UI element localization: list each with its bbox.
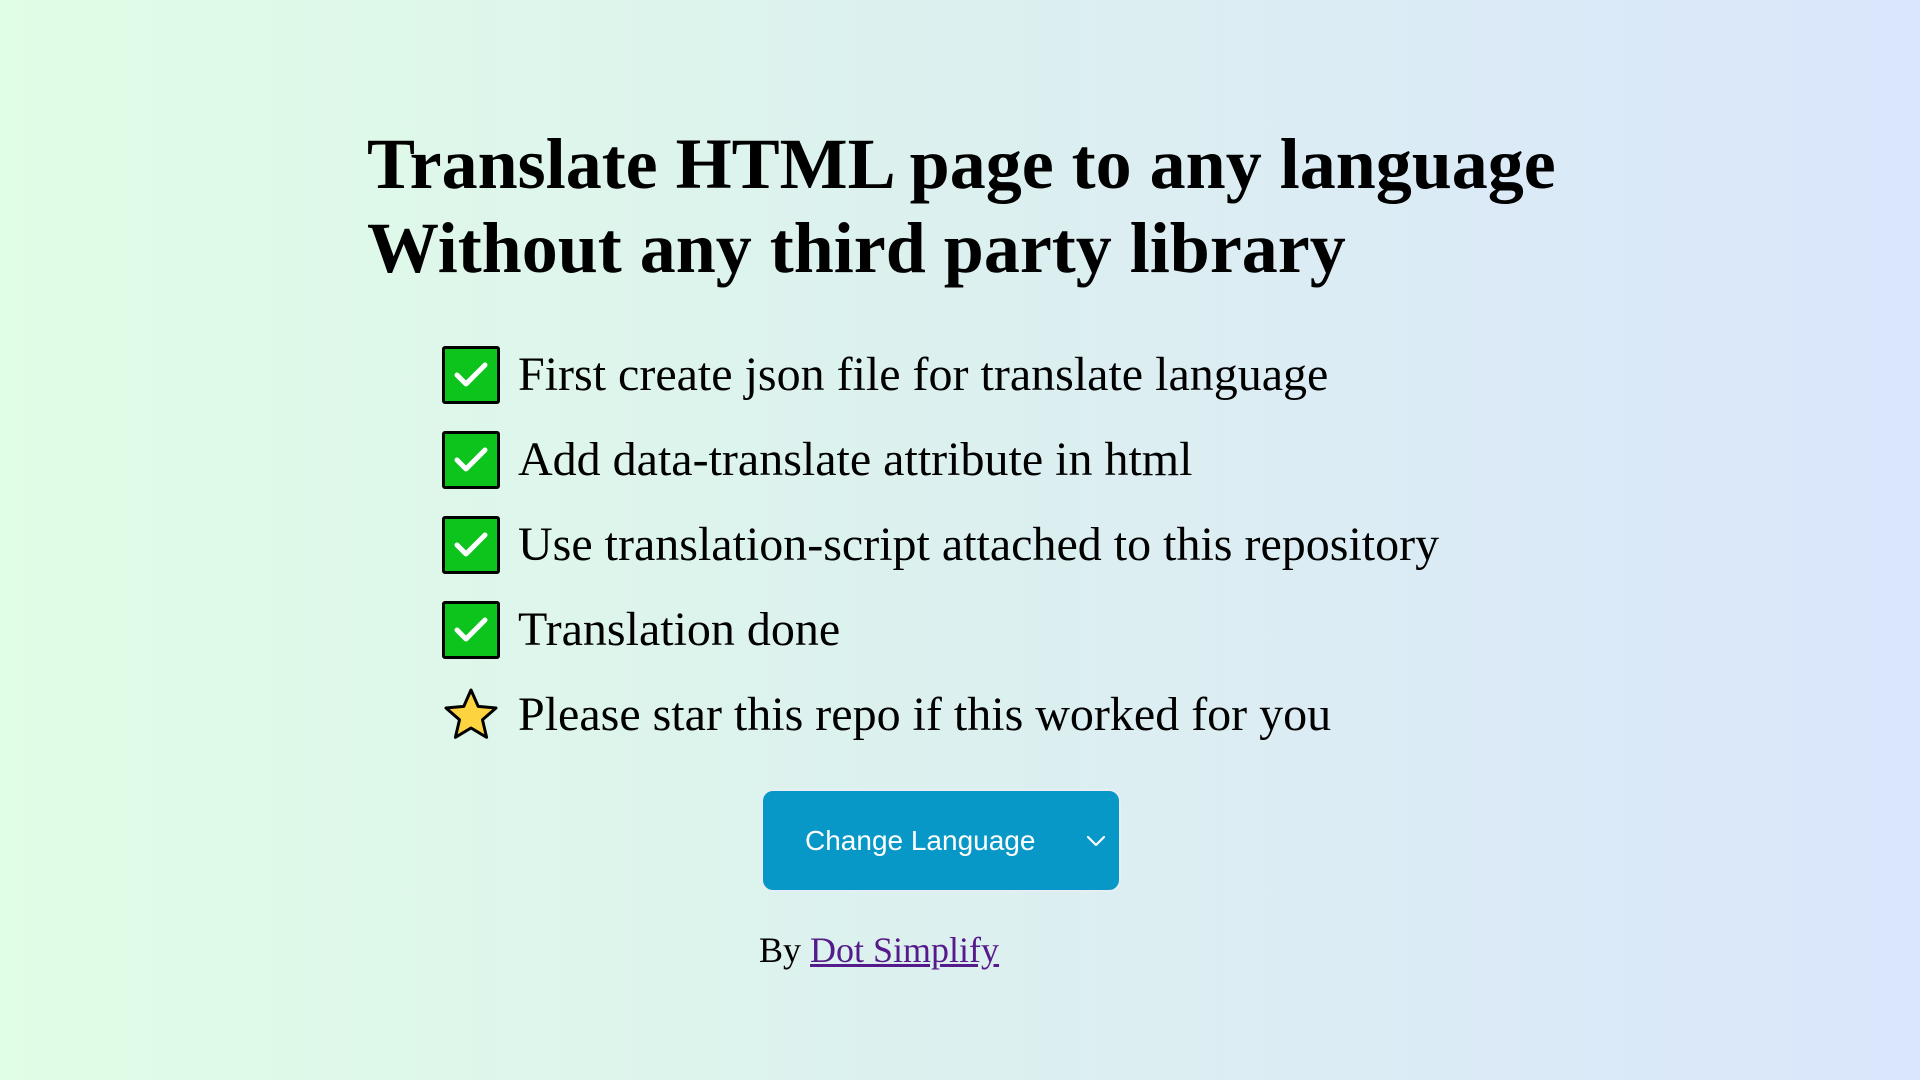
select-label: Change Language bbox=[805, 824, 1036, 856]
check-box-icon bbox=[442, 345, 500, 404]
byline-prefix: By bbox=[759, 930, 802, 970]
check-box-icon bbox=[442, 430, 500, 489]
title-line-2: Without any third party library bbox=[367, 208, 1346, 288]
star-icon bbox=[442, 686, 500, 744]
list-item: Translation done bbox=[442, 587, 1439, 672]
check-box-icon bbox=[442, 600, 500, 659]
step-text: Please star this repo if this worked for… bbox=[518, 688, 1332, 741]
step-text: Translation done bbox=[518, 603, 841, 656]
step-text: Add data-translate attribute in html bbox=[518, 433, 1193, 486]
page-title: Translate HTML page to any language With… bbox=[367, 122, 1667, 290]
steps-list: First create json file for translate lan… bbox=[442, 332, 1439, 757]
list-item: Please star this repo if this worked for… bbox=[442, 672, 1439, 757]
step-text: Use translation-script attached to this … bbox=[518, 518, 1440, 571]
list-item: Add data-translate attribute in html bbox=[442, 417, 1439, 502]
change-language-select[interactable]: Change Language bbox=[761, 789, 1121, 892]
main-content: Translate HTML page to any language With… bbox=[367, 122, 1667, 741]
chevron-down-icon bbox=[1083, 828, 1109, 854]
page: { "heading": { "line1": "Translate HTML … bbox=[0, 0, 1920, 1080]
list-item: Use translation-script attached to this … bbox=[442, 502, 1439, 587]
list-item: First create json file for translate lan… bbox=[442, 332, 1439, 417]
author-link[interactable]: Dot Simplify bbox=[810, 930, 999, 970]
check-box-icon bbox=[442, 515, 500, 574]
byline: By Dot Simplify bbox=[759, 929, 999, 971]
title-line-1: Translate HTML page to any language bbox=[367, 124, 1556, 204]
step-text: First create json file for translate lan… bbox=[518, 348, 1329, 401]
